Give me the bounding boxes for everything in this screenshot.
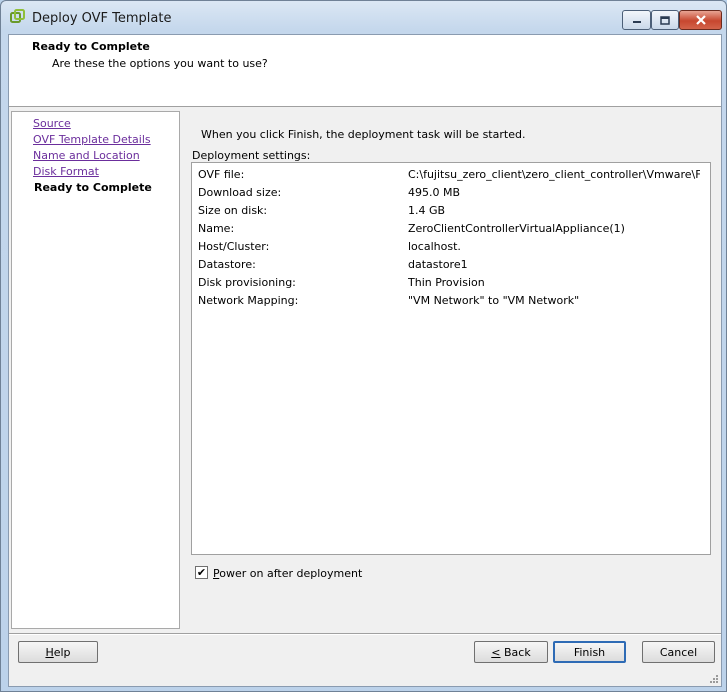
setting-value: Thin Provision	[408, 276, 485, 289]
page-subtitle: Are these the options you want to use?	[52, 57, 268, 70]
power-on-checkbox[interactable]: ✔	[195, 566, 208, 579]
close-icon	[695, 15, 706, 25]
setting-key: OVF file:	[198, 168, 245, 181]
wizard-steps-nav: Source OVF Template Details Name and Loc…	[11, 111, 180, 629]
maximize-icon	[660, 15, 670, 25]
setting-value: 495.0 MB	[408, 186, 461, 199]
resize-grip-icon[interactable]	[709, 674, 719, 684]
settings-row: Network Mapping: "VM Network" to "VM Net…	[192, 292, 710, 310]
setting-value: "VM Network" to "VM Network"	[408, 294, 580, 307]
back-label: Back	[500, 645, 531, 659]
setting-value: C:\fujitsu_zero_client\zero_client_contr…	[408, 168, 700, 181]
page-title: Ready to Complete	[32, 40, 150, 53]
settings-row: Name: ZeroClientControllerVirtualApplian…	[192, 220, 710, 238]
nav-current-step: Ready to Complete	[34, 181, 152, 194]
title-bar[interactable]: Deploy OVF Template	[1, 1, 726, 34]
nav-link-ovf-template-details[interactable]: OVF Template Details	[33, 133, 151, 146]
back-mnemonic: <	[491, 645, 501, 659]
deployment-settings-list[interactable]: OVF file: C:\fujitsu_zero_client\zero_cl…	[191, 162, 711, 555]
dialog-client-area: Ready to Complete Are these the options …	[8, 34, 722, 687]
nav-link-name-and-location[interactable]: Name and Location	[33, 149, 140, 162]
checkmark-icon: ✔	[196, 566, 207, 579]
window-title: Deploy OVF Template	[32, 11, 172, 26]
minimize-icon	[632, 21, 641, 23]
setting-value: ZeroClientControllerVirtualAppliance(1)	[408, 222, 625, 235]
settings-row: Size on disk: 1.4 GB	[192, 202, 710, 220]
close-button[interactable]	[679, 10, 722, 30]
cancel-button[interactable]: Cancel	[642, 641, 715, 663]
settings-row: Datastore: datastore1	[192, 256, 710, 274]
intro-text: When you click Finish, the deployment ta…	[201, 128, 526, 141]
setting-key: Network Mapping:	[198, 294, 299, 307]
vmware-ovf-icon	[10, 9, 25, 23]
nav-link-disk-format[interactable]: Disk Format	[33, 165, 99, 178]
power-on-label[interactable]: Power on after deployment	[213, 567, 362, 580]
settings-row: Download size: 495.0 MB	[192, 184, 710, 202]
deployment-settings-label: Deployment settings:	[192, 149, 311, 162]
setting-value: localhost.	[408, 240, 461, 253]
maximize-button[interactable]	[651, 10, 679, 30]
help-label: elp	[53, 645, 71, 659]
wizard-header: Ready to Complete Are these the options …	[9, 35, 721, 107]
settings-row: OVF file: C:\fujitsu_zero_client\zero_cl…	[192, 166, 710, 184]
minimize-button[interactable]	[622, 10, 651, 30]
setting-value: 1.4 GB	[408, 204, 446, 217]
help-mnemonic: H	[45, 645, 54, 659]
setting-key: Datastore:	[198, 258, 256, 271]
setting-key: Disk provisioning:	[198, 276, 296, 289]
settings-row: Host/Cluster: localhost.	[192, 238, 710, 256]
settings-row: Disk provisioning: Thin Provision	[192, 274, 710, 292]
dialog-window: Deploy OVF Template Ready to Complete Ar…	[0, 0, 727, 692]
finish-button[interactable]: Finish	[553, 641, 626, 663]
setting-value: datastore1	[408, 258, 468, 271]
setting-key: Host/Cluster:	[198, 240, 270, 253]
back-button[interactable]: < Back	[474, 641, 548, 663]
help-button[interactable]: Help	[18, 641, 98, 663]
power-on-label-text: ower on after deployment	[219, 567, 363, 580]
setting-key: Name:	[198, 222, 235, 235]
setting-key: Download size:	[198, 186, 282, 199]
nav-link-source[interactable]: Source	[33, 117, 71, 130]
footer-divider	[9, 633, 721, 635]
setting-key: Size on disk:	[198, 204, 268, 217]
